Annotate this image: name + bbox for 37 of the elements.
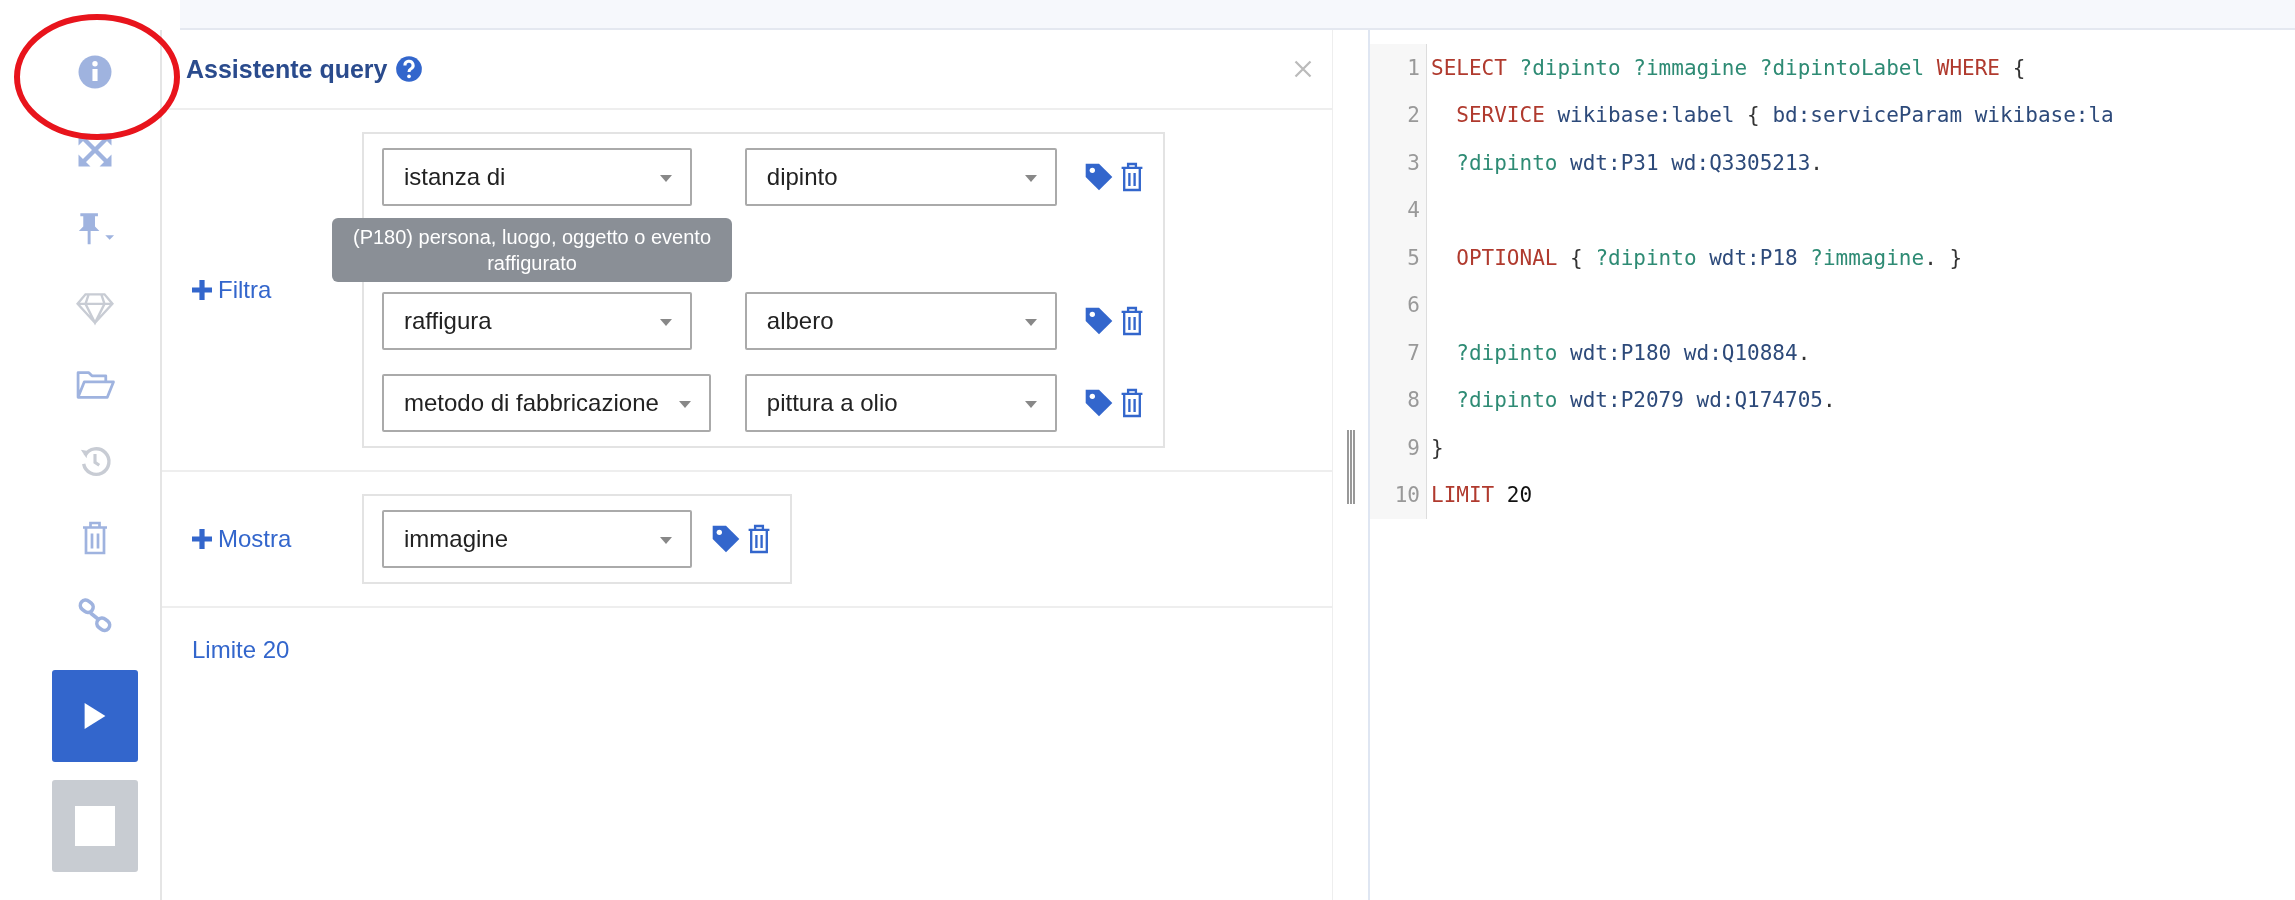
line-number: 5 [1370,234,1427,282]
tooltip: (P180) persona, luogo, oggetto o evento raffigurato [332,218,732,282]
property-dropdown[interactable]: immagine [382,510,692,568]
line-number: 3 [1370,139,1427,187]
property-dropdown[interactable]: istanza di [382,148,692,206]
line-number: 1 [1370,44,1427,92]
tag-icon[interactable] [710,523,742,555]
code-line: ?dipinto wdt:P2079 wd:Q174705. [1455,388,1836,413]
line-number: 4 [1370,186,1427,234]
line-number: 6 [1370,281,1427,329]
add-column-link[interactable]: Mostra [192,525,362,553]
code-line: SELECT ?dipinto ?immagine ?dipintoLabel WHERE { [1430,55,2026,80]
code-line: OPTIONAL { ?dipinto wdt:P18 ?immagine. } [1455,245,1963,270]
code-line: LIMIT 20 [1430,483,1533,508]
help-icon[interactable] [395,55,424,83]
run-button[interactable] [52,670,138,762]
property-dropdown[interactable]: metodo di fabbricazione [382,374,711,432]
panel-title: Assistente query [186,54,388,84]
code-line: SERVICE wikibase:label { bd:serviceParam wikibase:la [1455,103,2114,128]
plus-icon [192,529,212,549]
code-line: ?dipinto wdt:P180 wd:Q10884. [1455,340,1811,365]
splitter-handle[interactable] [1345,430,1356,504]
trash-icon[interactable] [746,523,772,555]
line-number: 8 [1370,376,1427,424]
property-dropdown[interactable]: raffigura [382,292,692,350]
value-dropdown[interactable]: dipinto [744,148,1057,206]
limit-link[interactable]: Limite 20 [192,636,290,663]
line-number: 2 [1370,91,1427,139]
code-line: } [1430,435,1444,460]
value-dropdown[interactable]: pittura a olio [744,374,1057,432]
value-dropdown[interactable]: albero [744,292,1057,350]
line-number: 7 [1370,329,1427,377]
plus-icon [192,280,212,300]
line-number: 9 [1370,424,1427,472]
stop-icon [75,806,115,846]
code-line: ?dipinto wdt:P31 wd:Q3305213. [1455,150,1823,175]
line-number: 10 [1370,471,1427,519]
